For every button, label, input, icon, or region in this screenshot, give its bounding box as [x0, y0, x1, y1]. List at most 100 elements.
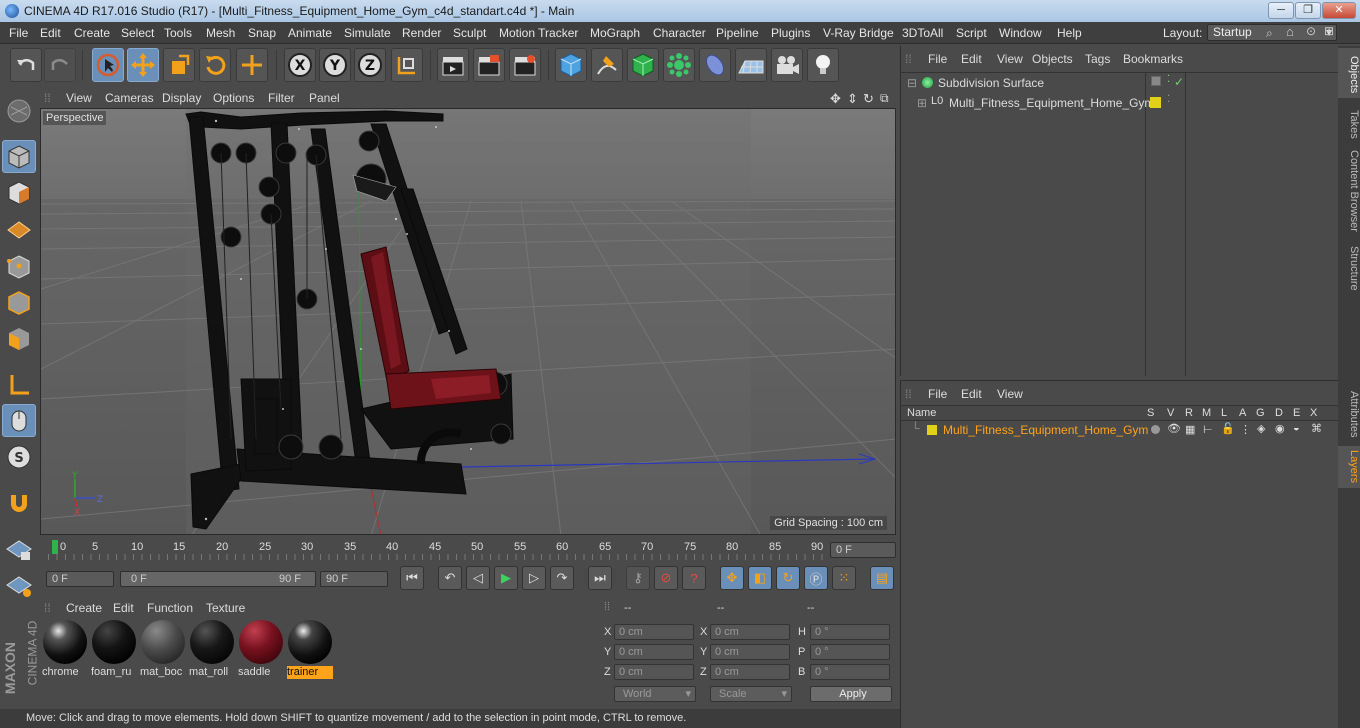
- size-y-field[interactable]: 0 cm: [710, 644, 790, 660]
- autokeying-button[interactable]: ⊘: [654, 566, 678, 590]
- column-animation[interactable]: A: [1239, 407, 1246, 419]
- current-frame-field[interactable]: 0 F: [830, 542, 896, 558]
- keyframe-selection-button[interactable]: ?: [682, 566, 706, 590]
- close-button[interactable]: ✕: [1322, 2, 1356, 19]
- model-mode-button[interactable]: [2, 140, 36, 173]
- objects-menu-view[interactable]: View: [997, 52, 1023, 66]
- start-frame-field[interactable]: 0 F: [46, 571, 114, 587]
- solo-toggle-icon[interactable]: [1151, 425, 1160, 434]
- enabled-checkmark-icon[interactable]: ✓: [1174, 75, 1184, 89]
- record-keys-button[interactable]: ⚷: [626, 566, 650, 590]
- goto-start-button[interactable]: ⏮: [400, 566, 424, 590]
- column-expressions[interactable]: E: [1293, 407, 1300, 419]
- coordinate-space-select[interactable]: World ▾: [614, 686, 696, 702]
- planar-workplane-button[interactable]: [2, 568, 36, 601]
- menu-mograph[interactable]: MoGraph: [590, 26, 640, 40]
- menu-window[interactable]: Window: [999, 26, 1042, 40]
- menu-simulate[interactable]: Simulate: [344, 26, 391, 40]
- material-menu-texture[interactable]: Texture: [206, 601, 245, 615]
- array-button[interactable]: [663, 48, 695, 82]
- menu-pipeline[interactable]: Pipeline: [716, 26, 759, 40]
- previous-key-button[interactable]: ↶: [438, 566, 462, 590]
- material-swatch[interactable]: saddle: [238, 620, 284, 678]
- floor-button[interactable]: [735, 48, 767, 82]
- render-settings-button[interactable]: [509, 48, 541, 82]
- layer-color-swatch[interactable]: [1151, 76, 1161, 86]
- render-picture-viewer-button[interactable]: [473, 48, 505, 82]
- magnet-button[interactable]: [2, 486, 36, 519]
- z-axis-button[interactable]: Z: [354, 48, 386, 82]
- edges-mode-button[interactable]: [2, 286, 36, 319]
- eye-icon[interactable]: 👁: [1167, 422, 1181, 435]
- axis-mode-button[interactable]: [2, 368, 36, 401]
- viewport-dolly-icon[interactable]: ⇕: [847, 91, 858, 107]
- coordinate-system-button[interactable]: [391, 48, 423, 82]
- material-menu-edit[interactable]: Edit: [113, 601, 134, 615]
- column-xrefs[interactable]: X: [1310, 407, 1317, 419]
- menu-animate[interactable]: Animate: [288, 26, 332, 40]
- material-swatch[interactable]: mat_roll: [189, 620, 235, 678]
- viewport-menu-panel[interactable]: Panel: [309, 91, 340, 105]
- column-render[interactable]: R: [1185, 407, 1193, 419]
- menu-render[interactable]: Render: [402, 26, 441, 40]
- deformer-icon[interactable]: ◉: [1275, 422, 1285, 435]
- objects-menu-objects[interactable]: Objects: [1032, 52, 1073, 66]
- deformer-button[interactable]: [699, 48, 731, 82]
- menu-script[interactable]: Script: [956, 26, 987, 40]
- render-clapboard-icon[interactable]: ▦: [1185, 423, 1195, 436]
- viewport-menu-display[interactable]: Display: [162, 91, 201, 105]
- play-button[interactable]: ▶: [494, 566, 518, 590]
- record-rotation-button[interactable]: ↻: [776, 566, 800, 590]
- undo-button[interactable]: [10, 48, 42, 82]
- new-panel-icon[interactable]: ⊞: [1324, 24, 1334, 38]
- tree-collapse-icon[interactable]: ⊟: [907, 76, 917, 90]
- record-parameter-button[interactable]: Ⓟ: [804, 566, 828, 590]
- record-position-button[interactable]: ✥: [720, 566, 744, 590]
- size-z-field[interactable]: 0 cm: [710, 664, 790, 680]
- layers-menu-edit[interactable]: Edit: [961, 387, 982, 401]
- texture-mode-button[interactable]: [2, 176, 36, 209]
- next-key-button[interactable]: ↷: [550, 566, 574, 590]
- viewport-menu-options[interactable]: Options: [213, 91, 254, 105]
- size-x-field[interactable]: 0 cm: [710, 624, 790, 640]
- next-frame-button[interactable]: ▷: [522, 566, 546, 590]
- tab-content-browser[interactable]: Content Browser: [1338, 146, 1360, 236]
- menu-character[interactable]: Character: [653, 26, 706, 40]
- record-pla-button[interactable]: ⁙: [832, 566, 856, 590]
- layer-color-swatch[interactable]: [1150, 97, 1161, 108]
- objects-menu-bookmarks[interactable]: Bookmarks: [1123, 52, 1183, 66]
- rotation-h-field[interactable]: 0 °: [810, 624, 890, 640]
- visibility-dots-icon[interactable]: ⁚: [1167, 74, 1170, 85]
- scale-tool-button[interactable]: [163, 48, 195, 82]
- column-locked[interactable]: L: [1221, 407, 1227, 419]
- cube-object-button[interactable]: [555, 48, 587, 82]
- live-selection-button[interactable]: [92, 48, 124, 82]
- home-icon[interactable]: ⌂: [1286, 24, 1294, 39]
- record-scale-button[interactable]: ◧: [748, 566, 772, 590]
- viewport-pan-icon[interactable]: ✥: [830, 91, 841, 107]
- rotation-p-field[interactable]: 0 °: [810, 644, 890, 660]
- menu-edit[interactable]: Edit: [40, 26, 61, 40]
- timeline-window-button[interactable]: ▤: [870, 566, 894, 590]
- objects-menu-edit[interactable]: Edit: [961, 52, 982, 66]
- objects-menu-file[interactable]: File: [928, 52, 947, 66]
- menu-3dtoall[interactable]: 3DToAll: [902, 26, 943, 40]
- xref-icon[interactable]: ⌘: [1311, 422, 1322, 435]
- menu-file[interactable]: File: [9, 26, 28, 40]
- menu-select[interactable]: Select: [121, 26, 154, 40]
- menu-plugins[interactable]: Plugins: [771, 26, 810, 40]
- make-editable-button[interactable]: [2, 94, 36, 127]
- object-row-subdivision[interactable]: ⊟ Subdivision Surface ⁚ ✓: [901, 74, 1339, 93]
- previous-frame-button[interactable]: ◁: [466, 566, 490, 590]
- tweak-mode-button[interactable]: [2, 404, 36, 437]
- menu-create[interactable]: Create: [74, 26, 110, 40]
- end-frame-field[interactable]: 90 F: [320, 571, 388, 587]
- material-swatch[interactable]: foam_ru: [91, 620, 137, 678]
- material-menu-function[interactable]: Function: [147, 601, 193, 615]
- render-view-button[interactable]: [437, 48, 469, 82]
- link-icon[interactable]: ⊙: [1306, 24, 1316, 38]
- menu-mesh[interactable]: Mesh: [206, 26, 235, 40]
- size-mode-select[interactable]: Scale ▾: [710, 686, 792, 702]
- x-axis-button[interactable]: X: [284, 48, 316, 82]
- timeline-ruler[interactable]: 0 5 10 15 20 25 30 35 40 45 50 55 60 65 …: [40, 537, 896, 563]
